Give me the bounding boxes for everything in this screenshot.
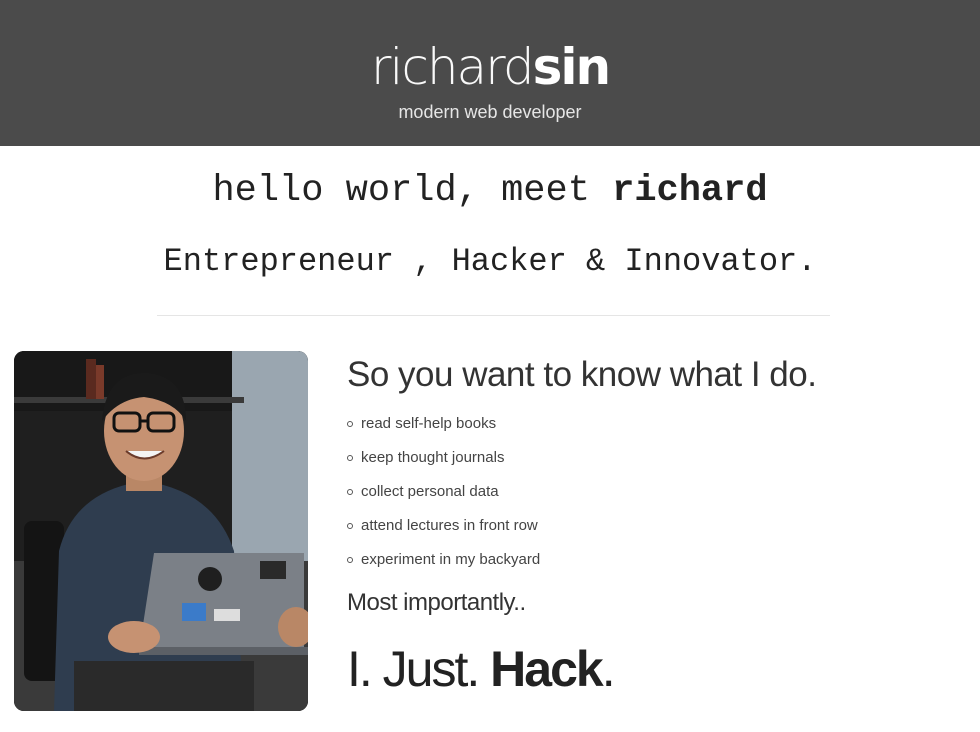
site-tagline: modern web developer xyxy=(398,102,582,122)
about-title: So you want to know what I do. xyxy=(347,355,817,394)
list-item-text: collect personal data xyxy=(361,483,499,500)
about-section: So you want to know what I do. read self… xyxy=(347,352,947,697)
hack-statement: I. Just. Hack. xyxy=(347,641,947,697)
hack-period: . xyxy=(601,641,616,697)
most-importantly-text: Most importantly.. xyxy=(347,589,526,616)
intro-greeting: hello world, meet richard xyxy=(0,166,980,216)
logo-first-name: richard xyxy=(370,38,535,96)
list-item-text: experiment in my backyard xyxy=(361,551,541,568)
logo-last-name: sin xyxy=(532,38,611,96)
list-item: read self-help books xyxy=(347,412,947,446)
list-item-text: keep thought journals xyxy=(361,449,505,466)
greeting-prefix: hello world, meet xyxy=(212,170,613,212)
list-item-text: read self-help books xyxy=(361,415,497,432)
profile-photo xyxy=(14,351,308,711)
site-header: richardsin modern web developer xyxy=(0,0,980,146)
list-item-text: attend lectures in front row xyxy=(361,517,538,534)
site-logo[interactable]: richardsin xyxy=(0,38,980,96)
circle-bullet-icon xyxy=(347,557,353,563)
list-item: keep thought journals xyxy=(347,446,947,480)
intro-roles: Entrepreneur , Hacker & Innovator. xyxy=(163,243,817,280)
circle-bullet-icon xyxy=(347,455,353,461)
list-item: attend lectures in front row xyxy=(347,514,947,548)
hack-word: Hack xyxy=(490,641,604,697)
profile-photo-illustration xyxy=(14,351,308,711)
list-item: experiment in my backyard xyxy=(347,548,947,582)
greeting-name: richard xyxy=(612,170,768,212)
section-divider xyxy=(157,315,830,316)
circle-bullet-icon xyxy=(347,421,353,427)
circle-bullet-icon xyxy=(347,523,353,529)
list-item: collect personal data xyxy=(347,480,947,514)
about-list: read self-help books keep thought journa… xyxy=(347,412,947,582)
circle-bullet-icon xyxy=(347,489,353,495)
hack-prefix: I. Just. xyxy=(347,641,491,697)
